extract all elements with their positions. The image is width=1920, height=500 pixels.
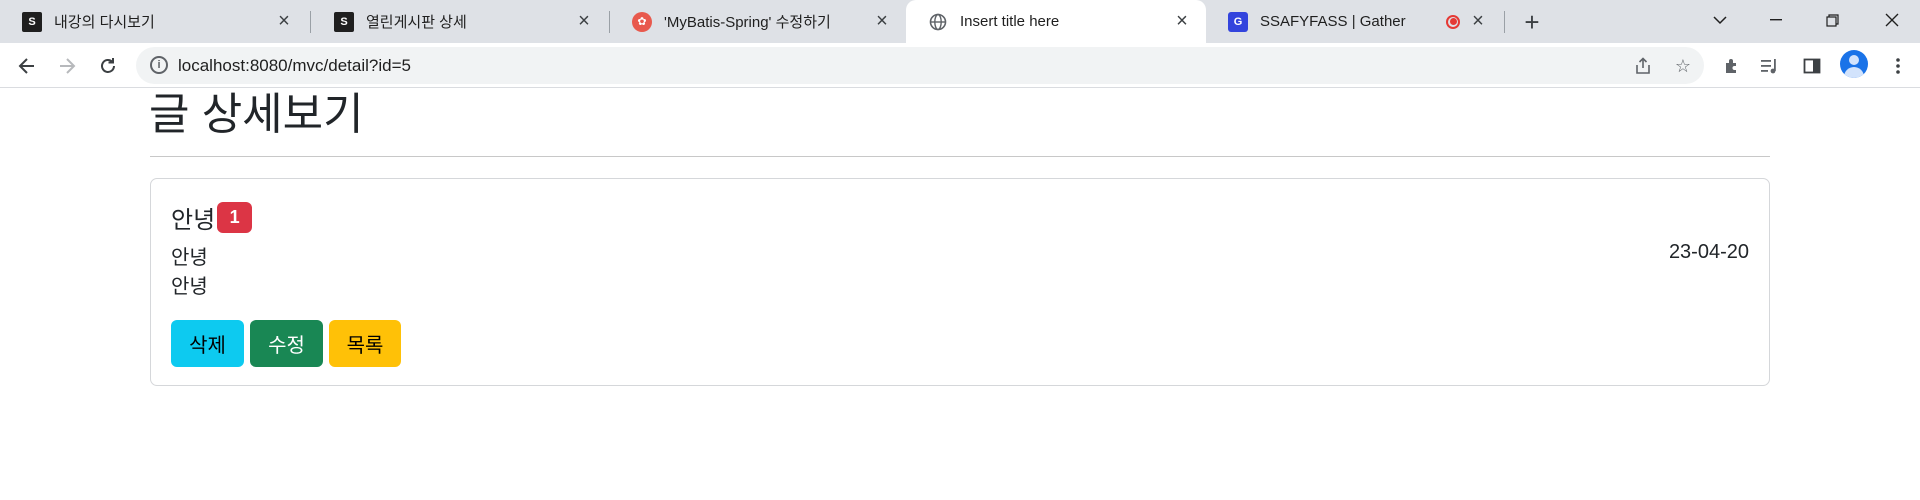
list-button[interactable]: 목록 (329, 320, 401, 367)
tab-separator (310, 11, 311, 33)
tab-search-chevron-down-icon[interactable] (1692, 0, 1748, 40)
page-title: 글 상세보기 (149, 90, 364, 139)
forward-arrow-icon[interactable] (50, 49, 84, 83)
bookmark-star-icon[interactable]: ☆ (1672, 55, 1694, 77)
tab-lecture-replay[interactable]: S 내강의 다시보기 × (0, 0, 308, 43)
post-date: 23-04-20 (1668, 241, 1749, 263)
site-favicon-icon: G (1228, 11, 1248, 32)
profile-avatar[interactable] (1840, 50, 1868, 78)
tab-title: 내강의 다시보기 (54, 14, 155, 31)
new-tab-plus-icon[interactable]: + (1518, 7, 1546, 37)
tab-title: 열린게시판 상세 (366, 14, 467, 31)
browser-toolbar: i localhost:8080/mvc/detail?id=5 ☆ (0, 43, 1920, 88)
view-count-badge: 1 (217, 202, 253, 233)
minimize-icon[interactable] (1748, 0, 1804, 40)
tab-strip: S 내강의 다시보기 × S 열린게시판 상세 × ✿ 'MyBatis-Spr… (0, 0, 1920, 43)
close-icon[interactable]: × (1468, 10, 1488, 32)
site-favicon-icon: ✿ (632, 11, 652, 32)
extensions-puzzle-icon[interactable] (1720, 54, 1744, 78)
site-favicon-icon: S (334, 11, 354, 32)
share-icon[interactable] (1632, 55, 1654, 77)
close-icon[interactable]: × (274, 10, 294, 32)
tab-mybatis-spring[interactable]: ✿ 'MyBatis-Spring' 수정하기 × (610, 0, 906, 43)
recording-icon (1446, 14, 1460, 29)
tab-title: Insert title here (960, 13, 1060, 30)
divider (150, 156, 1770, 157)
close-icon[interactable]: × (574, 10, 594, 32)
delete-button[interactable]: 삭제 (171, 320, 244, 367)
tab-gather[interactable]: G SSAFYFASS | Gather × (1206, 0, 1502, 43)
address-url[interactable]: localhost:8080/mvc/detail?id=5 (178, 56, 411, 76)
restore-icon[interactable] (1804, 0, 1860, 40)
reload-icon[interactable] (91, 49, 125, 83)
close-icon[interactable]: × (1172, 10, 1192, 32)
close-icon[interactable]: × (872, 10, 892, 32)
side-panel-icon[interactable] (1800, 54, 1824, 78)
tab-separator (1504, 11, 1505, 33)
back-arrow-icon[interactable] (10, 49, 44, 83)
edit-button[interactable]: 수정 (250, 320, 323, 367)
post-content-line: 안녕 (171, 276, 208, 298)
address-bar[interactable]: i localhost:8080/mvc/detail?id=5 ☆ (136, 47, 1704, 84)
site-favicon-icon: S (22, 11, 42, 32)
more-menu-icon[interactable] (1886, 54, 1910, 78)
close-window-icon[interactable] (1864, 0, 1920, 40)
tab-open-board-detail[interactable]: S 열린게시판 상세 × (312, 0, 608, 43)
media-queue-icon[interactable] (1758, 54, 1782, 78)
tab-title: SSAFYFASS | Gather (1260, 13, 1406, 30)
tab-insert-title-here[interactable]: Insert title here × (906, 0, 1206, 43)
post-card: 안녕 1 안녕 안녕 23-04-20 삭제 수정 목록 (150, 178, 1770, 386)
post-content-line: 안녕 (171, 247, 208, 269)
post-title-row: 안녕 1 (171, 200, 253, 235)
info-icon[interactable]: i (150, 56, 168, 74)
post-title: 안녕 (171, 207, 216, 234)
page-content: 글 상세보기 안녕 1 안녕 안녕 23-04-20 삭제 수정 목록 (0, 89, 1920, 500)
tab-title: 'MyBatis-Spring' 수정하기 (664, 14, 831, 31)
globe-icon (928, 12, 948, 32)
